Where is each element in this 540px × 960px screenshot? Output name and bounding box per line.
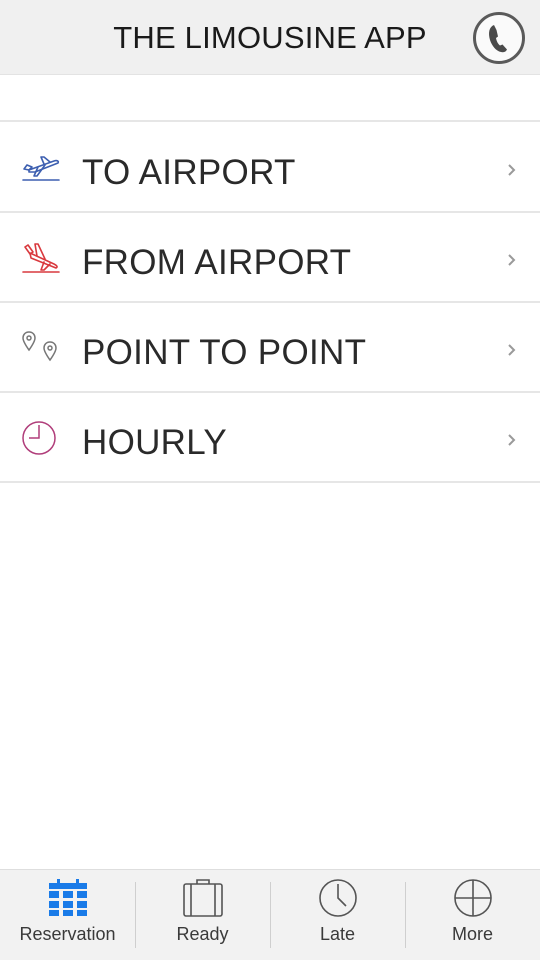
- tab-label: Reservation: [19, 924, 116, 944]
- plane-landing-icon: [22, 243, 60, 273]
- phone-icon: [473, 12, 525, 64]
- calendar-icon: [48, 879, 87, 916]
- chevron-right-icon: [508, 344, 516, 356]
- menu-item-label: POINT TO POINT: [82, 333, 367, 372]
- menu-item-hourly[interactable]: HOURLY: [0, 393, 540, 483]
- menu-item-label: FROM AIRPORT: [82, 243, 352, 282]
- call-button[interactable]: [472, 11, 526, 65]
- tab-late[interactable]: Late: [270, 870, 405, 960]
- chevron-right-icon: [508, 164, 516, 176]
- tab-bar: Reservation Ready Late More: [0, 869, 540, 960]
- service-menu: TO AIRPORT FROM AIRPORT POINT TO POINT H…: [0, 123, 540, 483]
- tab-ready[interactable]: Ready: [135, 870, 270, 960]
- header-bar: THE LIMOUSINE APP: [0, 0, 540, 75]
- clock-icon: [22, 421, 56, 455]
- tab-reservation[interactable]: Reservation: [0, 870, 135, 960]
- tab-label: Ready: [176, 924, 229, 944]
- plus-circle-icon: [453, 879, 492, 917]
- chevron-right-icon: [508, 254, 516, 266]
- menu-item-label: HOURLY: [82, 423, 228, 462]
- map-pin-icon: [22, 331, 57, 362]
- chevron-right-icon: [508, 434, 516, 446]
- plane-takeoff-icon: [22, 156, 60, 181]
- menu-item-from-airport[interactable]: FROM AIRPORT: [0, 213, 540, 303]
- menu-item-label: TO AIRPORT: [82, 153, 296, 192]
- briefcase-icon: [182, 879, 223, 917]
- clock-icon: [318, 879, 357, 917]
- app-screen: THE LIMOUSINE APP TO AIRPORT FROM AIRPOR…: [0, 0, 540, 960]
- tab-label: More: [451, 924, 493, 944]
- page-title: THE LIMOUSINE APP: [113, 20, 427, 55]
- tab-more[interactable]: More: [405, 870, 540, 960]
- tab-label: Late: [319, 924, 356, 944]
- menu-item-point-to-point[interactable]: POINT TO POINT: [0, 303, 540, 393]
- spacer-band: [0, 75, 540, 122]
- menu-item-to-airport[interactable]: TO AIRPORT: [0, 123, 540, 213]
